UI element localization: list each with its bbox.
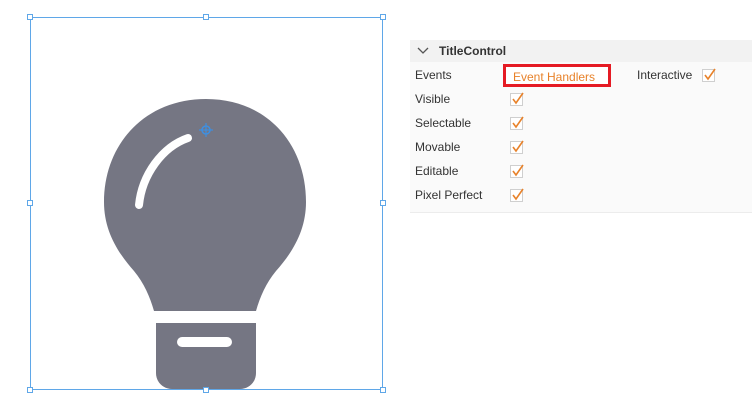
resize-handle-bottom-center[interactable] (203, 387, 209, 393)
checkmark-icon (512, 164, 524, 177)
events-label: Events (415, 68, 452, 82)
checkmark-icon (512, 116, 524, 129)
stage: TitleControl Events Event Handlers Inter… (0, 0, 752, 408)
resize-handle-middle-right[interactable] (380, 200, 386, 206)
section-title: TitleControl (439, 44, 507, 58)
pixel-perfect-checkbox[interactable] (510, 188, 524, 202)
chevron-down-icon[interactable] (416, 43, 430, 57)
resize-handle-top-right[interactable] (380, 14, 386, 20)
resize-handle-bottom-left[interactable] (27, 387, 33, 393)
movable-checkbox[interactable] (510, 140, 524, 154)
checkmark-icon (512, 140, 524, 153)
editable-label: Editable (415, 164, 459, 178)
event-handlers-button-label: Event Handlers (513, 70, 596, 84)
checkmark-icon (512, 92, 524, 105)
visible-label: Visible (415, 92, 451, 106)
resize-handle-top-left[interactable] (27, 14, 33, 20)
visible-checkbox[interactable] (510, 92, 524, 106)
movable-label: Movable (415, 140, 461, 154)
section-header[interactable]: TitleControl (410, 40, 752, 62)
resize-handle-middle-left[interactable] (27, 200, 33, 206)
selectable-checkbox[interactable] (510, 116, 524, 130)
editable-checkbox[interactable] (510, 164, 524, 178)
resize-handle-bottom-right[interactable] (380, 387, 386, 393)
event-handlers-button[interactable]: Event Handlers (503, 64, 611, 87)
checkmark-icon (512, 188, 524, 201)
resize-handle-top-center[interactable] (203, 14, 209, 20)
pixel-perfect-label: Pixel Perfect (415, 188, 483, 202)
selectable-label: Selectable (415, 116, 472, 130)
checkmark-icon (704, 68, 716, 81)
interactive-checkbox[interactable] (702, 68, 716, 82)
selection-box (30, 17, 383, 390)
properties-panel: TitleControl Events Event Handlers Inter… (410, 40, 752, 213)
interactive-label: Interactive (637, 68, 693, 82)
